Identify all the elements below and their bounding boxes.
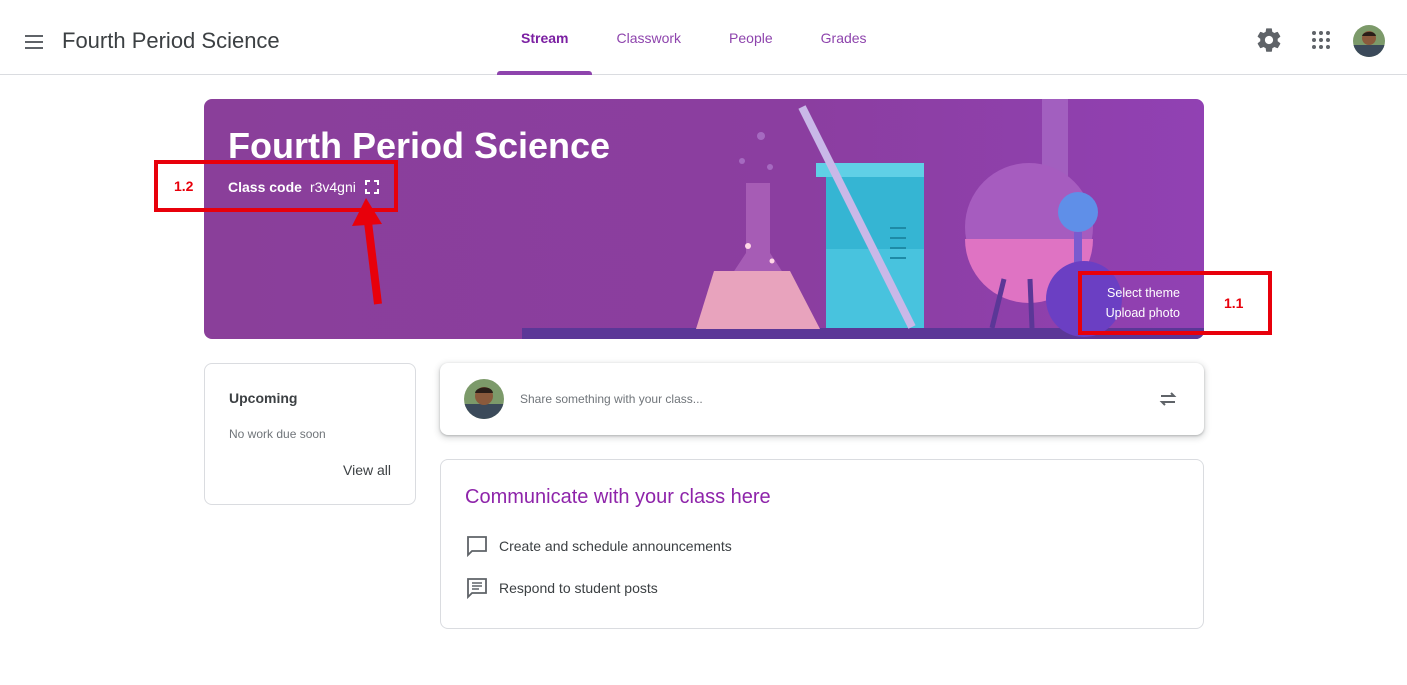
communicate-title: Communicate with your class here — [465, 486, 771, 508]
repost-icon[interactable] — [1156, 387, 1180, 411]
communicate-item-label: Create and schedule announcements — [499, 538, 732, 554]
class-title[interactable]: Fourth Period Science — [62, 28, 280, 54]
communicate-item: Respond to student posts — [465, 576, 658, 600]
comment-icon — [467, 536, 487, 558]
annotation-label-1-1: 1.1 — [1224, 295, 1244, 311]
view-all-link[interactable]: View all — [343, 462, 391, 478]
upcoming-status: No work due soon — [229, 427, 326, 441]
message-list-icon — [467, 578, 487, 600]
communicate-item-label: Respond to student posts — [499, 580, 658, 596]
share-placeholder[interactable]: Share something with your class... — [520, 392, 703, 406]
avatar[interactable] — [1353, 25, 1385, 57]
tab-classwork[interactable]: Classwork — [592, 0, 705, 75]
top-app-bar: Fourth Period Science Stream Classwork P… — [0, 0, 1407, 75]
tab-stream[interactable]: Stream — [497, 0, 593, 75]
apps-grid-icon[interactable] — [1307, 26, 1335, 54]
avatar — [464, 379, 504, 419]
tab-people[interactable]: People — [705, 0, 797, 75]
gear-icon[interactable] — [1255, 26, 1283, 54]
communicate-card: Communicate with your class here Create … — [440, 459, 1204, 629]
tab-grades[interactable]: Grades — [797, 0, 891, 75]
annotation-label-1-2: 1.2 — [174, 178, 194, 194]
annotation-arrow-icon — [352, 198, 382, 305]
upcoming-title: Upcoming — [229, 390, 298, 406]
class-tabs: Stream Classwork People Grades — [497, 0, 891, 75]
upcoming-card: Upcoming No work due soon View all — [204, 363, 416, 505]
share-box[interactable]: Share something with your class... — [440, 363, 1204, 435]
hamburger-menu-icon[interactable] — [18, 26, 50, 58]
communicate-item: Create and schedule announcements — [465, 534, 732, 558]
